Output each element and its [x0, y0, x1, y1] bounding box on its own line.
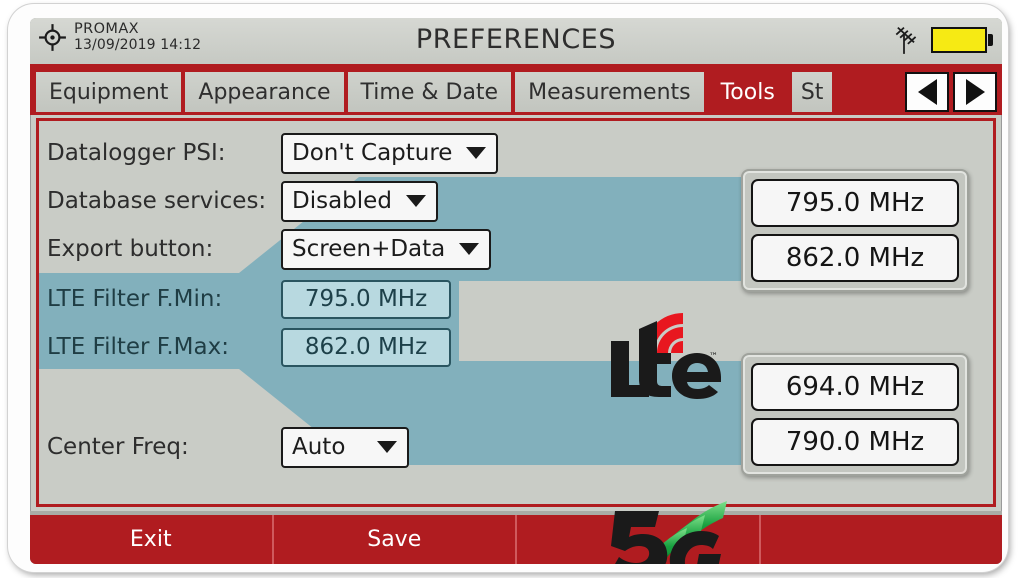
- value-center-freq: Auto: [292, 434, 346, 460]
- label-lte-filter-fmin: LTE Filter F.Min:: [47, 286, 223, 312]
- row-lte-filter-fmax: LTE Filter F.Max: 862.0 MHz: [47, 325, 451, 369]
- lte-logo: ™: [605, 307, 725, 403]
- arrow-left-icon: [917, 79, 937, 105]
- dropdown-datalogger-psi[interactable]: Don't Capture: [281, 132, 499, 174]
- tab-list: Equipment Appearance Time & Date Measure…: [36, 72, 832, 112]
- lte-freq-min-value: 795.0 MHz: [785, 188, 925, 218]
- tab-nav-buttons: [905, 72, 997, 112]
- row-lte-filter-fmin: LTE Filter F.Min: 795.0 MHz: [47, 277, 451, 321]
- value-datalogger-psi: Don't Capture: [292, 140, 453, 166]
- chevron-down-icon: [405, 195, 426, 207]
- battery-icon: [931, 27, 993, 53]
- value-lte-filter-fmax: 862.0 MHz: [304, 334, 428, 360]
- softkey-exit[interactable]: Exit: [30, 515, 274, 564]
- svg-text:™: ™: [709, 352, 718, 362]
- dropdown-export-button[interactable]: Screen+Data: [281, 228, 492, 270]
- 5g-freq-min-box[interactable]: 694.0 MHz: [751, 363, 959, 411]
- label-center-freq: Center Freq:: [47, 434, 189, 460]
- input-lte-filter-fmax[interactable]: 862.0 MHz: [281, 327, 451, 367]
- row-datalogger-psi: Datalogger PSI: Don't Capture: [47, 131, 499, 175]
- label-datalogger-psi: Datalogger PSI:: [47, 140, 226, 166]
- row-center-freq: Center Freq: Auto: [47, 425, 409, 469]
- content-inner: ™ Datalogger PSI: Don't Capture Database…: [39, 121, 993, 564]
- tab-equipment[interactable]: Equipment: [36, 72, 182, 112]
- 5g-freq-max-box[interactable]: 790.0 MHz: [751, 418, 959, 466]
- battery-level: [931, 27, 987, 53]
- battery-cap: [988, 34, 993, 46]
- chevron-down-icon: [466, 147, 487, 159]
- label-lte-filter-fmax: LTE Filter F.Max:: [47, 334, 229, 360]
- 5g-logo: [605, 485, 731, 564]
- status-icons: [887, 25, 993, 55]
- lte-freq-max-box[interactable]: 862.0 MHz: [751, 234, 959, 282]
- content-panel: ™ Datalogger PSI: Don't Capture Database…: [36, 118, 996, 564]
- tab-bar: Equipment Appearance Time & Date Measure…: [30, 69, 1002, 115]
- screen: PROMAX 13/09/2019 14:12 PREFERENCES Equi…: [30, 18, 1002, 564]
- value-database-services: Disabled: [292, 188, 392, 214]
- chevron-down-icon: [377, 441, 397, 453]
- value-export-button: Screen+Data: [292, 236, 446, 262]
- antenna-icon: [895, 26, 917, 54]
- tab-appearance[interactable]: Appearance: [185, 72, 344, 112]
- tab-next-button[interactable]: [953, 72, 997, 112]
- device-bezel: PROMAX 13/09/2019 14:12 PREFERENCES Equi…: [8, 4, 1008, 572]
- tab-time-date[interactable]: Time & Date: [347, 72, 512, 112]
- row-database-services: Database services: Disabled: [47, 179, 438, 223]
- dropdown-center-freq[interactable]: Auto: [281, 426, 409, 468]
- row-export-button: Export button: Screen+Data: [47, 227, 492, 271]
- softkey-save[interactable]: Save: [274, 515, 517, 564]
- 5g-frequency-panel: 694.0 MHz 790.0 MHz: [741, 353, 969, 476]
- 5g-freq-max-value: 790.0 MHz: [785, 427, 925, 457]
- dropdown-database-services[interactable]: Disabled: [281, 180, 438, 222]
- 5g-freq-min-value: 694.0 MHz: [785, 372, 925, 402]
- chevron-down-icon: [459, 243, 480, 255]
- tab-measurements[interactable]: Measurements: [515, 72, 704, 112]
- tab-prev-button[interactable]: [905, 72, 949, 112]
- tab-status[interactable]: St: [791, 72, 832, 112]
- lte-freq-max-value: 862.0 MHz: [785, 243, 925, 273]
- tab-tools[interactable]: Tools: [707, 72, 788, 112]
- header-bar: PROMAX 13/09/2019 14:12 PREFERENCES: [30, 18, 1002, 64]
- arrow-right-icon: [965, 79, 985, 105]
- device-frame: PROMAX 13/09/2019 14:12 PREFERENCES Equi…: [0, 0, 1024, 578]
- lte-frequency-panel: 795.0 MHz 862.0 MHz: [741, 169, 969, 292]
- label-database-services: Database services:: [47, 188, 267, 214]
- value-lte-filter-fmin: 795.0 MHz: [304, 286, 428, 312]
- lte-freq-min-box[interactable]: 795.0 MHz: [751, 179, 959, 227]
- softkey-bar: Exit Save: [30, 515, 1002, 564]
- softkey-empty-4[interactable]: [761, 515, 1003, 564]
- input-lte-filter-fmin[interactable]: 795.0 MHz: [281, 279, 451, 319]
- page-title: PREFERENCES: [415, 24, 617, 55]
- label-export-button: Export button:: [47, 236, 214, 262]
